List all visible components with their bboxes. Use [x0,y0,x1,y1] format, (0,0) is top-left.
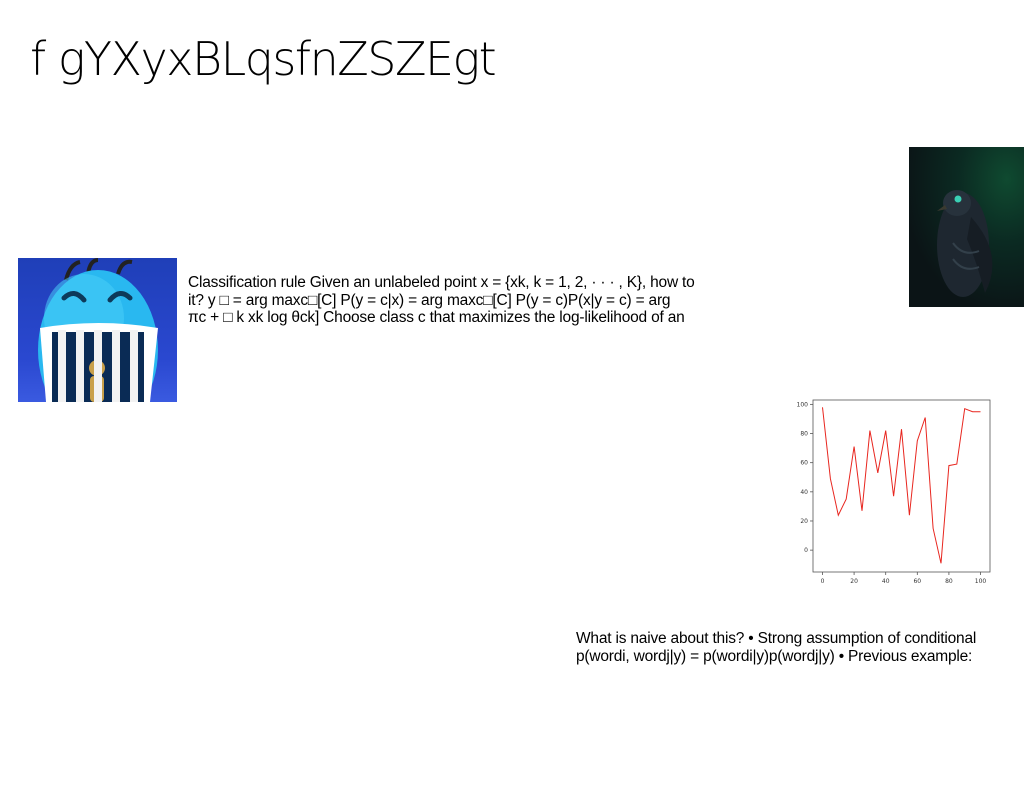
x-tick-label: 20 [850,578,858,585]
text-line: πc + □ k xk log θck] Choose class c that… [188,309,685,326]
series-line [822,407,981,564]
classification-rule-text: Classification rule Given an unlabeled p… [188,274,695,327]
text-line: Classification rule Given an unlabeled p… [188,274,695,291]
x-tick-label: 100 [975,578,987,585]
naive-assumption-text: What is naive about this? • Strong assum… [576,630,976,665]
y-tick-label: 40 [800,489,808,496]
x-tick-label: 80 [945,578,953,585]
text-line: it? y □ = arg maxc□[C] P(y = c|x) = arg … [188,291,671,309]
x-tick-label: 40 [882,578,890,585]
bird-photo [909,147,1024,307]
plot-frame [812,399,991,573]
x-tick-label: 60 [913,578,921,585]
text-line: What is naive about this? • Strong assum… [576,630,977,647]
slide-title: f gYXyxBLqsfnZSZEgt [30,32,497,86]
y-tick-label: 0 [804,547,808,554]
line-chart: 0 20 40 60 80 100 0 20 40 60 80 100 [796,395,996,587]
emoji-image [18,258,177,402]
y-tick-label: 100 [797,401,809,408]
y-tick-label: 80 [800,431,808,438]
y-tick-label: 60 [800,460,808,467]
x-tick-label: 0 [821,578,825,585]
y-tick-label: 20 [800,518,808,525]
text-line: p(wordi, wordj|y) = p(wordi|y)p(wordj|y)… [576,647,973,665]
